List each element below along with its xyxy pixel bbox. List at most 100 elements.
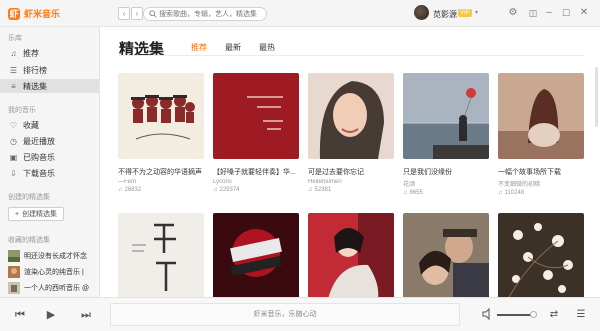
favorite-playlist-label: 明还没有长成才怀念 [24, 252, 87, 260]
sidebar-item-label: 收藏 [23, 120, 39, 130]
playlist-cover[interactable] [498, 73, 584, 159]
search-icon [149, 10, 157, 18]
favorite-playlist-item[interactable]: 明还没有长成才怀念 [8, 249, 99, 262]
playlist-author[interactable]: 花颂 [403, 179, 489, 188]
forward-button[interactable]: › [131, 7, 143, 20]
play-count-value: 52381 [314, 187, 332, 193]
heart-icon: ♡ [9, 120, 18, 130]
playlist-author[interactable]: Lycoris [213, 179, 299, 185]
sidebar-item-label: 已购音乐 [23, 152, 55, 162]
purchased-icon: ▣ [9, 152, 18, 162]
tab-latest[interactable]: 最新 [225, 42, 241, 53]
settings-gear-icon[interactable]: ⚙ [507, 7, 519, 19]
playlist-thumbnail [8, 265, 20, 278]
sidebar: 乐库 ♫ 推荐 ☰ 排行榜 ≡ 精选集 我的音乐 ♡ 收藏 ◷ 最近播放 ▣ 已… [0, 27, 100, 297]
scrollbar[interactable] [595, 67, 598, 127]
play-icon[interactable]: ▶ [43, 307, 59, 323]
playlist-card[interactable]: 可是过去要你忘记 Heitehiumen ♫ 52381 [308, 73, 394, 193]
sidebar-item-purchased[interactable]: ▣ 已购音乐 [0, 150, 99, 164]
volume-icon[interactable] [482, 308, 492, 320]
sidebar-item-charts[interactable]: ☰ 排行榜 [0, 63, 99, 77]
search-box[interactable] [143, 7, 267, 21]
now-playing-display[interactable]: 虾米音乐，乐随心动 [110, 303, 460, 326]
xiami-logo-icon: 虾 [8, 7, 20, 20]
user-menu-chevron-icon[interactable]: ▾ [475, 9, 478, 16]
clock-icon: ◷ [10, 136, 17, 146]
download-icon: ⇩ [10, 168, 17, 178]
repeat-icon[interactable]: ⇄ [546, 307, 562, 323]
favorite-playlist-item[interactable]: 渲染心灵的纯音乐 | [8, 265, 99, 278]
playlist-card[interactable] [308, 213, 394, 297]
play-count: ♫ 229374 [213, 187, 299, 193]
plus-icon: + [14, 210, 20, 218]
playlist-cover[interactable] [213, 73, 299, 159]
avatar[interactable] [414, 5, 429, 20]
chart-icon: ☰ [9, 65, 18, 75]
app-logo[interactable]: 虾 虾米音乐 [8, 7, 60, 20]
play-count: ♫ 110248 [498, 190, 584, 196]
sidebar-item-label: 最近播放 [23, 136, 55, 146]
previous-track-icon[interactable]: ⏮ [12, 307, 28, 323]
playlist-card[interactable]: 【好嗓子就要轻伴奏】华... Lycoris ♫ 229374 [213, 73, 299, 193]
main-content: 精选集 推荐 最新 最热 不得不为之动容的华语摘声 —Fern ♫26832 [101, 27, 600, 297]
close-icon[interactable]: ✕ [578, 7, 590, 19]
maximize-icon[interactable]: ☐ [560, 7, 572, 19]
playlist-card[interactable] [498, 213, 584, 297]
section-title-library: 乐库 [8, 35, 22, 42]
play-count-value: 229374 [219, 187, 240, 193]
sidebar-item-recent[interactable]: ◷ 最近播放 [0, 134, 99, 148]
playlist-author[interactable]: Heitehiumen [308, 179, 394, 185]
playlist-card[interactable] [213, 213, 299, 297]
headphones-icon: ♫ [213, 187, 218, 193]
playlist-cover[interactable] [308, 213, 394, 297]
play-count-value: 26832 [124, 187, 142, 193]
playlist-cover[interactable] [118, 73, 204, 159]
minimize-icon[interactable]: – [543, 7, 555, 19]
playlist-title[interactable]: 可是过去要你忘记 [308, 167, 394, 177]
playlist-title[interactable]: 不得不为之动容的华语摘声 [118, 167, 204, 177]
playlist-cover[interactable] [498, 213, 584, 297]
playlist-card[interactable]: 只是我们没缘份 花颂 ♫ 8655 [403, 73, 489, 196]
music-note-icon: ♫ [10, 48, 17, 58]
create-playlist-button[interactable]: + 创建精选集 [8, 207, 64, 221]
play-count-value: 110248 [504, 190, 525, 196]
sidebar-item-label: 下载音乐 [23, 168, 55, 178]
tab-divider [119, 55, 584, 56]
tab-hottest[interactable]: 最热 [259, 42, 275, 53]
playlist-card[interactable] [403, 213, 489, 297]
sidebar-item-recommend[interactable]: ♫ 推荐 [0, 46, 99, 60]
playlist-thumbnail [8, 281, 20, 294]
headphones-icon: ♫ [118, 187, 123, 193]
section-title-my-music: 我的音乐 [8, 107, 36, 114]
tab-recommended[interactable]: 推荐 [191, 42, 207, 53]
playlist-cover[interactable] [403, 213, 489, 297]
playlist-title[interactable]: 【好嗓子就要轻伴奏】华... [213, 167, 299, 177]
playlist-cover[interactable] [308, 73, 394, 159]
playlist-author[interactable]: —Fern [118, 179, 204, 185]
playlist-card[interactable] [118, 213, 204, 297]
headphones-icon: ♫ [308, 187, 313, 193]
player-bar: ⏮ ▶ ⏭ 虾米音乐，乐随心动 ⇄ ☰ [0, 297, 600, 331]
search-input[interactable] [159, 9, 263, 19]
username[interactable]: 苋影源 [433, 9, 457, 20]
playlist-cover[interactable] [403, 73, 489, 159]
playlist-author[interactable]: 不变细微的初暗 [498, 179, 584, 188]
playlist-card[interactable]: 不得不为之动容的华语摘声 —Fern ♫ 26832 [118, 73, 204, 193]
next-track-icon[interactable]: ⏭ [78, 307, 94, 323]
sidebar-item-favorites[interactable]: ♡ 收藏 [0, 118, 99, 132]
playlist-queue-icon[interactable]: ☰ [573, 307, 589, 323]
volume-slider-handle[interactable] [530, 311, 537, 318]
sidebar-item-downloads[interactable]: ⇩ 下载音乐 [0, 166, 99, 180]
mini-mode-icon[interactable]: ◫ [527, 7, 539, 19]
play-count: ♫ 26832 [118, 187, 204, 193]
sidebar-item-label: 推荐 [23, 48, 39, 58]
playlist-cover[interactable] [118, 213, 204, 297]
favorite-playlist-item[interactable]: 一个人的西听音乐 @ [8, 281, 99, 294]
headphones-icon: ♫ [498, 190, 503, 196]
playlist-cover[interactable] [213, 213, 299, 297]
playlist-card[interactable]: 一幅个故事场所下载 不变细微的初暗 ♫ 110248 [498, 73, 584, 196]
playlist-title[interactable]: 只是我们没缘份 [403, 167, 489, 177]
sidebar-item-playlists[interactable]: ≡ 精选集 [0, 79, 99, 93]
back-button[interactable]: ‹ [118, 7, 130, 20]
playlist-title[interactable]: 一幅个故事场所下载 [498, 167, 584, 177]
